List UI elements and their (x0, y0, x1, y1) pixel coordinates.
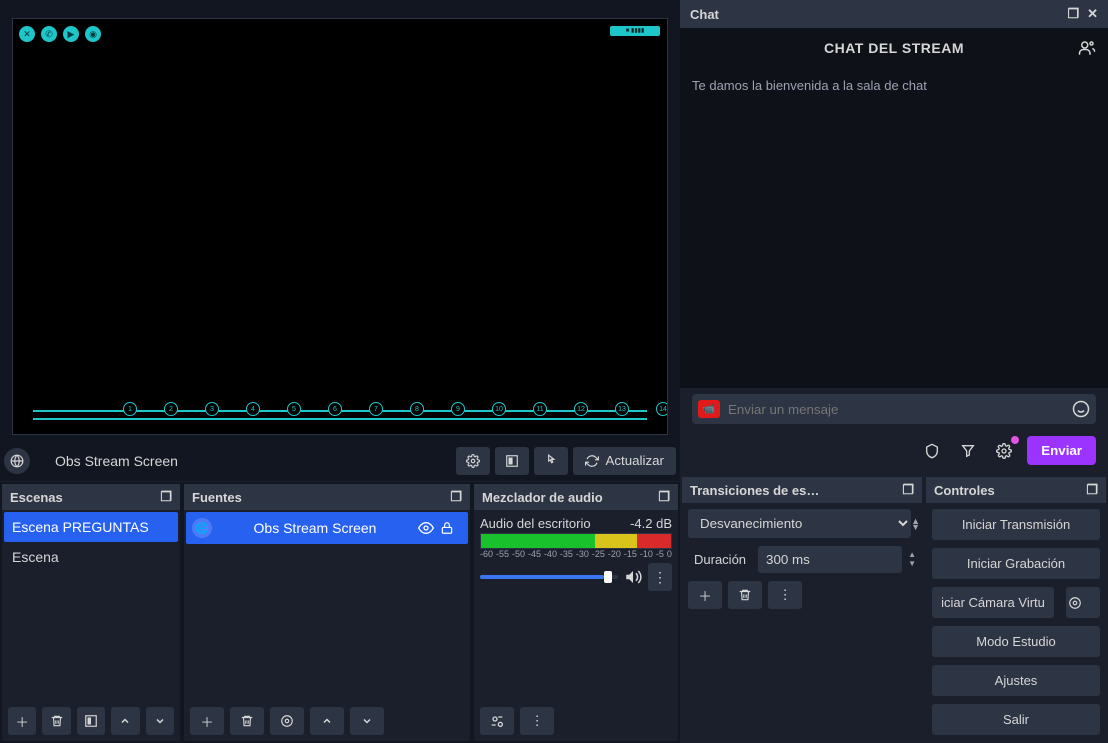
settings-button[interactable]: Ajustes (932, 665, 1100, 696)
virtual-cam-button[interactable]: iciar Cámara Virtu (932, 587, 1054, 618)
sources-title: Fuentes (192, 490, 242, 505)
shield-icon[interactable] (919, 438, 945, 464)
transition-menu-button[interactable]: ⋮ (768, 581, 802, 609)
overlay-badge: ■ ▮▮▮▮ (610, 26, 660, 36)
chat-send-button[interactable]: Enviar (1027, 436, 1096, 465)
chat-message-input[interactable] (728, 402, 1064, 417)
scene-filters-button[interactable] (77, 707, 105, 735)
selected-source-label: Obs Stream Screen (35, 453, 451, 469)
chat-panel-header: Chat ❐ ✕ (680, 0, 1108, 28)
add-scene-button[interactable]: ＋ (8, 707, 36, 735)
camera-icon[interactable]: 📹 (698, 400, 720, 418)
chat-panel-title: Chat (690, 7, 719, 22)
source-down-button[interactable] (350, 707, 384, 735)
start-stream-button[interactable]: Iniciar Transmisión (932, 509, 1100, 540)
filter-icon[interactable] (955, 438, 981, 464)
visibility-toggle[interactable] (418, 520, 440, 536)
overlay-number-line: 123456789101112131415 (123, 402, 668, 416)
popout-icon[interactable]: ❐ (450, 489, 462, 505)
refresh-icon (585, 454, 599, 468)
remove-transition-button[interactable] (728, 581, 762, 609)
transitions-dock: Transiciones de es… ❐ Desvanecimiento ▲▼… (682, 477, 922, 741)
studio-mode-button[interactable]: Modo Estudio (932, 626, 1100, 657)
globe-icon (4, 448, 30, 474)
popout-icon[interactable]: ❐ (902, 482, 914, 498)
scene-up-button[interactable] (111, 707, 139, 735)
audio-title: Mezclador de audio (482, 490, 603, 505)
scenes-title: Escenas (10, 490, 63, 505)
close-icon[interactable]: ✕ (1087, 6, 1098, 22)
duration-label: Duración (688, 548, 752, 571)
audio-menu-button[interactable]: ⋮ (520, 707, 554, 735)
source-layout-button[interactable] (495, 447, 529, 475)
chat-settings-icon[interactable] (991, 438, 1017, 464)
globe-icon: 🌐 (192, 518, 212, 538)
people-icon[interactable] (1078, 39, 1096, 57)
duration-spinner[interactable]: ▲▼ (908, 551, 916, 568)
chat-input-row: 📹 (692, 394, 1096, 424)
controls-dock: Controles ❐ Iniciar Transmisión Iniciar … (926, 477, 1106, 741)
preview-area[interactable]: ✕✆▶◉ ■ ▮▮▮▮ 123456789101112131415 (0, 0, 680, 440)
popout-icon[interactable]: ❐ (658, 489, 670, 505)
emoji-icon[interactable] (1072, 400, 1090, 418)
source-toolbar: Obs Stream Screen Actualizar (0, 440, 680, 482)
speaker-icon[interactable] (624, 568, 642, 586)
chat-welcome-msg: Te damos la bienvenida a la sala de chat (692, 78, 1096, 93)
sources-dock: Fuentes ❐ 🌐 Obs Stream Screen ＋ (184, 484, 470, 741)
add-transition-button[interactable]: ＋ (688, 581, 722, 609)
scene-down-button[interactable] (146, 707, 174, 735)
audio-track-name: Audio del escritorio (480, 516, 591, 531)
stream-chat-header: CHAT DEL STREAM (680, 28, 1108, 68)
popout-icon[interactable]: ❐ (160, 489, 172, 505)
audio-options-button[interactable]: ⋮ (648, 563, 672, 591)
audio-mixer-dock: Mezclador de audio ❐ Audio del escritori… (474, 484, 678, 741)
source-interact-button[interactable] (534, 447, 568, 475)
add-source-button[interactable]: ＋ (190, 707, 224, 735)
source-properties-button[interactable] (270, 707, 304, 735)
source-item[interactable]: 🌐 Obs Stream Screen (186, 512, 468, 544)
popout-icon[interactable]: ❐ (1067, 6, 1079, 22)
preview-canvas[interactable]: ✕✆▶◉ ■ ▮▮▮▮ 123456789101112131415 (12, 18, 668, 435)
controls-title: Controles (934, 483, 995, 498)
audio-advanced-button[interactable] (480, 707, 514, 735)
duration-input[interactable] (758, 546, 902, 573)
transition-select[interactable]: Desvanecimiento (688, 509, 911, 538)
source-up-button[interactable] (310, 707, 344, 735)
scene-item[interactable]: Escena PREGUNTAS (4, 512, 178, 542)
transitions-title: Transiciones de es… (690, 483, 819, 498)
exit-button[interactable]: Salir (932, 704, 1100, 735)
lock-toggle[interactable] (440, 521, 462, 535)
volume-slider[interactable] (480, 575, 618, 579)
refresh-button[interactable]: Actualizar (573, 447, 676, 475)
audio-ticks: -60-55-50-45-40-35-30-25-20-15-10-50 (476, 549, 676, 559)
start-recording-button[interactable]: Iniciar Grabación (932, 548, 1100, 579)
scenes-dock: Escenas ❐ Escena PREGUNTAS Escena ＋ (2, 484, 180, 741)
virtual-cam-settings-button[interactable] (1066, 587, 1100, 618)
popout-icon[interactable]: ❐ (1086, 482, 1098, 498)
source-settings-button[interactable] (456, 447, 490, 475)
audio-meter (480, 533, 672, 549)
overlay-status-icons: ✕✆▶◉ (19, 26, 101, 42)
remove-scene-button[interactable] (42, 707, 70, 735)
audio-db-value: -4.2 dB (630, 516, 672, 531)
chat-messages: Te damos la bienvenida a la sala de chat (680, 68, 1108, 388)
remove-source-button[interactable] (230, 707, 264, 735)
scene-item[interactable]: Escena (4, 542, 178, 572)
